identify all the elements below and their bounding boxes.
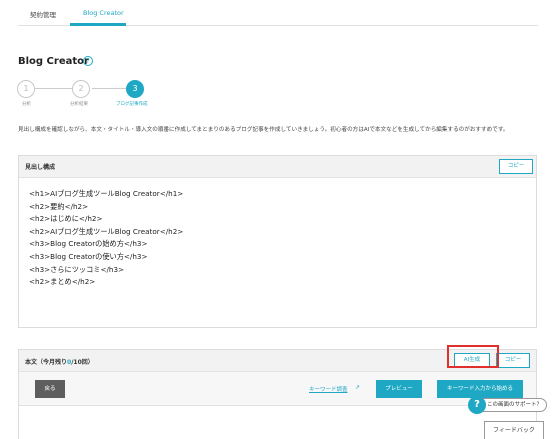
feedback-button[interactable]: フィードバック (484, 421, 544, 439)
body-toolbar: 戻る キーワード調査 ↗ プレビュー キーワード入力から始める (19, 372, 536, 406)
heading-line: <h2>はじめに</h2> (29, 214, 103, 224)
heading-line: <h3>Blog Creatorの使い方</h3> (29, 251, 148, 261)
step-2: 2 (72, 80, 90, 98)
step-2-label: 分析結果 (70, 102, 88, 107)
step-3: 3 (126, 80, 144, 98)
copy-body-button[interactable]: コピー (496, 353, 530, 368)
body-panel-title: 本文（今月残り0/10回） (25, 357, 94, 366)
help-icon[interactable]: ? (83, 56, 93, 66)
headings-panel-header: 見出し構成 コピー (19, 156, 536, 178)
external-link-icon: ↗ (355, 384, 361, 391)
step-1: 1 (17, 80, 35, 98)
stepper-line (34, 88, 74, 89)
body-title-suffix: /10回） (71, 359, 94, 366)
step-3-label: ブログ記事作成 (116, 102, 148, 107)
heading-line: <h3>Blog Creatorの始め方</h3> (29, 239, 148, 249)
step-1-label: 分析 (22, 102, 31, 107)
start-keyword-button[interactable]: キーワード入力から始める (437, 380, 523, 398)
tab-contract-management[interactable]: 契約管理 (30, 9, 56, 19)
ai-button-highlight (447, 345, 499, 368)
question-icon[interactable]: ? (468, 396, 486, 414)
tab-blog-creator[interactable]: Blog Creator (83, 9, 124, 17)
keyword-research-link[interactable]: キーワード調査 (309, 385, 348, 393)
page-title: Blog Creator (18, 56, 89, 67)
copy-headings-button[interactable]: コピー (499, 159, 533, 174)
tab-bar: 契約管理 Blog Creator (18, 0, 538, 26)
headings-text[interactable]: <h1>AIブログ生成ツールBlog Creator</h1> <h2>要約</… (29, 188, 183, 289)
heading-line: <h2>AIブログ生成ツールBlog Creator</h2> (29, 226, 184, 236)
stepper-line (92, 88, 128, 89)
heading-line: <h3>さらにツッコミ</h3> (29, 264, 125, 274)
instruction-text: 見出し構成を確認しながら、本文・タイトル・導入文の順番に作成してまとまりのあるブ… (18, 127, 509, 133)
back-button[interactable]: 戻る (35, 380, 65, 398)
active-tab-indicator (70, 23, 126, 26)
heading-line: <h1>AIブログ生成ツールBlog Creator</h1> (29, 189, 184, 198)
headings-panel: 見出し構成 コピー <h1>AIブログ生成ツールBlog Creator</h1… (18, 155, 537, 328)
preview-button[interactable]: プレビュー (376, 380, 422, 398)
body-title-prefix: 本文（今月残り (25, 359, 68, 366)
headings-panel-title: 見出し構成 (25, 164, 56, 171)
heading-line: <h2>まとめ</h2> (29, 277, 96, 287)
heading-line: <h2>要約</h2> (29, 201, 89, 211)
